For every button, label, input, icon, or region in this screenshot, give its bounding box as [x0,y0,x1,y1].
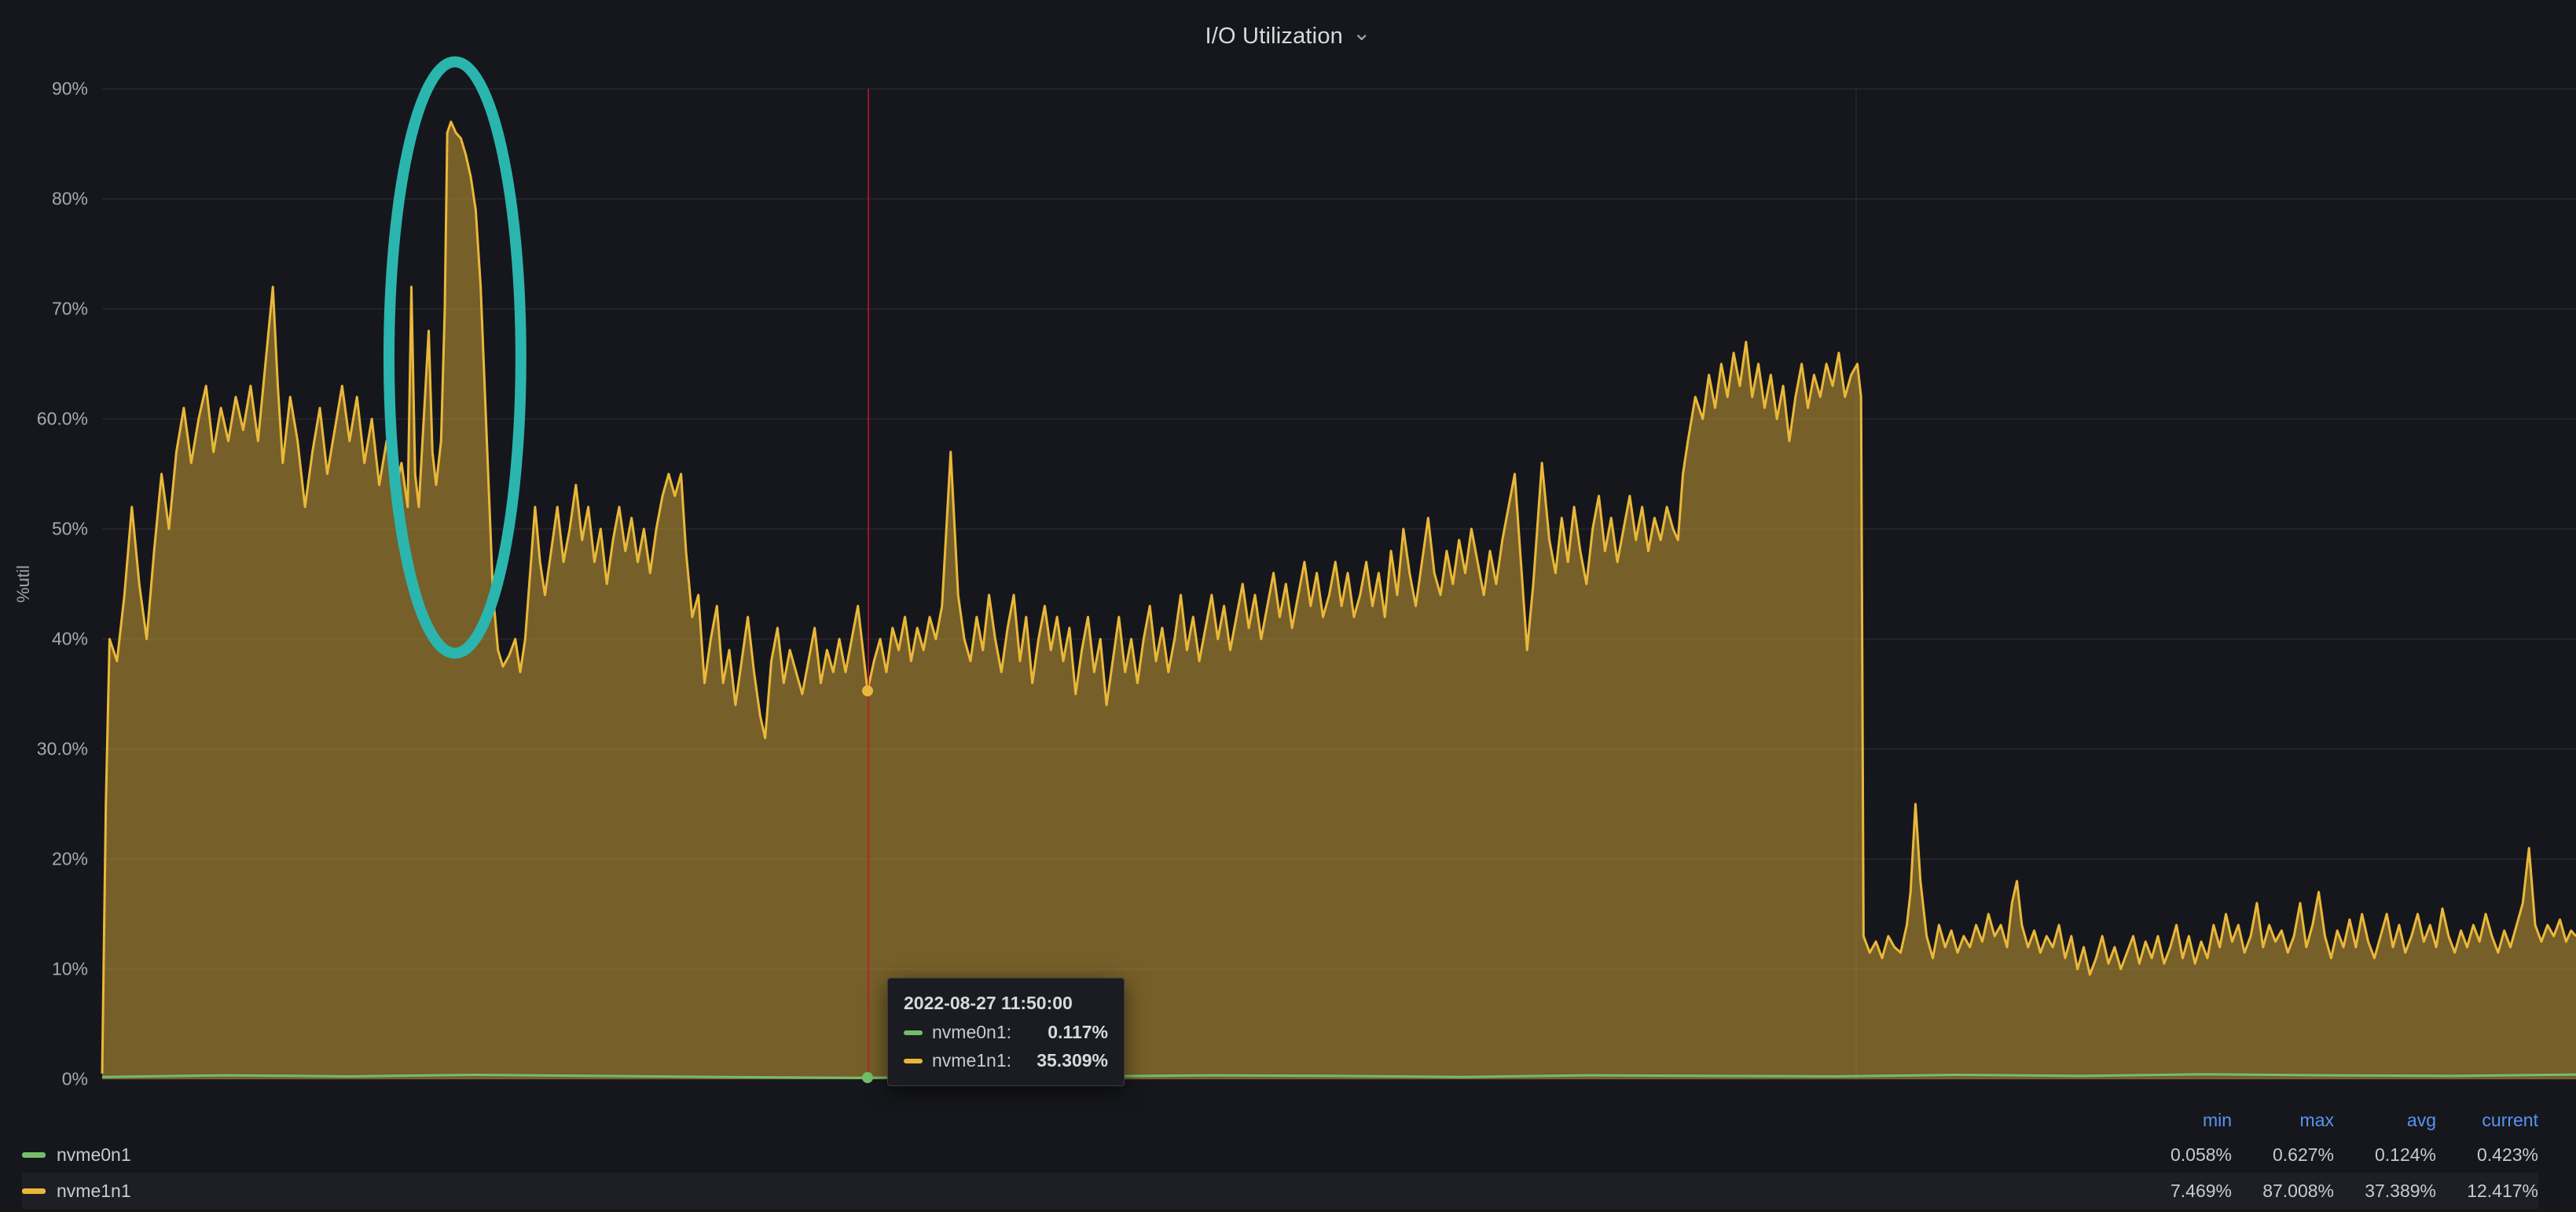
legend: min max avg current nvme0n1 0.058% 0.627… [0,1104,2576,1212]
stat-avg: 0.124% [2334,1144,2436,1166]
stat-avg: 37.389% [2334,1181,2436,1202]
series-swatch-nvme0n1 [22,1152,46,1158]
legend-series-nvme1n1[interactable]: nvme1n1 [22,1181,2130,1202]
series-area-nvme1n1 [102,122,2576,1079]
y-axis: 0%10%20%30.0%40%50%60.0%70%80%90% [0,89,88,1079]
y-tick-label: 0% [62,1069,88,1090]
y-tick-label: 80% [52,188,88,209]
tooltip-row-nvme1n1: nvme1n1: 35.309% [904,1050,1108,1071]
legend-col-min[interactable]: min [2130,1110,2232,1131]
y-tick-label: 70% [52,298,88,319]
legend-col-current[interactable]: current [2436,1110,2538,1131]
panel-title[interactable]: I/O Utilization [1205,24,1343,50]
stat-min: 0.058% [2130,1144,2232,1166]
cursor-point [862,1072,873,1083]
tooltip-series-value: 0.117% [1048,1022,1108,1043]
tooltip-timestamp: 2022-08-27 11:50:00 [904,993,1108,1014]
stat-min: 7.469% [2130,1181,2232,1202]
y-tick-label: 90% [52,79,88,100]
legend-header-row: min max avg current [22,1104,2538,1137]
tooltip-row-nvme0n1: nvme0n1: 0.117% [904,1022,1108,1043]
series-swatch-nvme1n1 [904,1059,923,1063]
chart-canvas[interactable] [102,89,2576,1079]
cursor-line [868,89,869,1079]
legend-row-nvme0n1: nvme0n1 0.058% 0.627% 0.124% 0.423% [22,1137,2538,1173]
y-tick-label: 30.0% [37,739,88,760]
y-tick-label: 60.0% [37,409,88,430]
stat-current: 0.423% [2436,1144,2538,1166]
legend-col-avg[interactable]: avg [2334,1110,2436,1131]
series-swatch-nvme1n1 [22,1188,46,1194]
panel-header[interactable]: I/O Utilization ⌄ [0,0,2576,72]
tooltip-series-value: 35.309% [1037,1050,1108,1071]
series-swatch-nvme0n1 [904,1030,923,1035]
y-tick-label: 10% [52,958,88,979]
cursor-point [862,685,873,696]
series-name: nvme0n1 [57,1144,131,1166]
chevron-down-icon[interactable]: ⌄ [1352,22,1371,44]
series-name: nvme1n1 [57,1181,131,1202]
legend-col-max[interactable]: max [2232,1110,2334,1131]
y-tick-label: 40% [52,629,88,650]
io-utilization-panel: I/O Utilization ⌄ %util 0%10%20%30.0%40%… [0,0,2576,1212]
stat-max: 87.008% [2232,1181,2334,1202]
tooltip-series-label: nvme0n1: [932,1022,1011,1043]
y-tick-label: 20% [52,849,88,870]
plot-area[interactable] [102,89,2576,1079]
y-tick-label: 50% [52,518,88,539]
stat-current: 12.417% [2436,1181,2538,1202]
tooltip: 2022-08-27 11:50:00 nvme0n1: 0.117% nvme… [887,978,1125,1086]
legend-series-nvme0n1[interactable]: nvme0n1 [22,1144,2130,1166]
tooltip-series-label: nvme1n1: [932,1050,1011,1071]
stat-max: 0.627% [2232,1144,2334,1166]
legend-row-nvme1n1: nvme1n1 7.469% 87.008% 37.389% 12.417% [22,1173,2538,1209]
